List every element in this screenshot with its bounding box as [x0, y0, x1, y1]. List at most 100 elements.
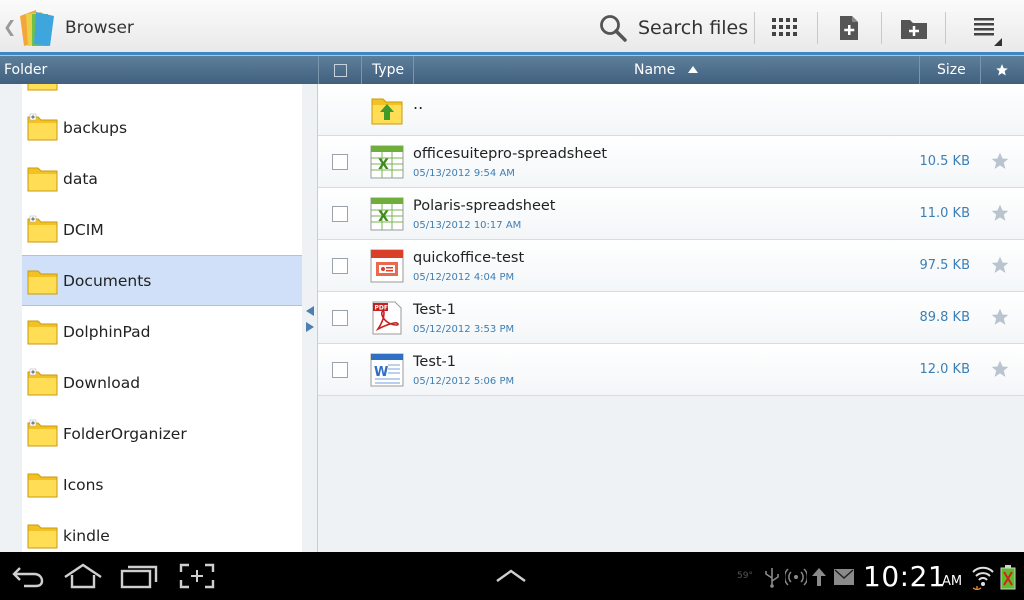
grid-view-button[interactable]: [767, 10, 803, 46]
parent-folder-row[interactable]: ..: [318, 84, 1024, 136]
menu-icon: [974, 18, 1002, 46]
grid-view-icon: [772, 18, 797, 36]
file-row[interactable]: W Test-1 05/12/2012 5:06 PM 12.0 KB: [318, 344, 1024, 396]
toolbar-divider: [754, 12, 755, 44]
file-row[interactable]: X officesuitepro-spreadsheet 05/13/2012 …: [318, 136, 1024, 188]
header-divider: [361, 56, 362, 84]
file-name: Polaris-spreadsheet: [413, 198, 556, 214]
folder-icon: [27, 473, 58, 498]
screenshot-icon: [179, 563, 215, 589]
favorite-star-icon[interactable]: [990, 255, 1010, 275]
folder-badge-icon: [27, 113, 58, 141]
svg-text:W: W: [374, 365, 388, 380]
folder-column-header: Folder: [4, 62, 48, 78]
row-checkbox[interactable]: [332, 154, 348, 170]
new-file-button[interactable]: [831, 10, 867, 46]
folder-item-partial[interactable]: [22, 84, 302, 103]
folder-list: backups data DCIM Documents DolphinPad D…: [22, 84, 302, 552]
size-column-header[interactable]: Size: [937, 56, 966, 84]
sort-ascending-icon: [688, 66, 699, 73]
favorite-column-header[interactable]: [995, 56, 1009, 84]
file-size: 11.0 KB: [919, 206, 970, 221]
file-size: 89.8 KB: [919, 310, 970, 325]
home-icon: [64, 563, 102, 589]
folder-item-icons[interactable]: Icons: [22, 459, 302, 510]
usb-icon: [765, 568, 779, 588]
app-drawer-button[interactable]: [491, 561, 531, 591]
folder-badge-icon: [27, 215, 58, 243]
weather-temperature: 59°: [737, 571, 753, 581]
favorite-star-icon[interactable]: [990, 203, 1010, 223]
toolbar-divider: [881, 12, 882, 44]
row-checkbox[interactable]: [332, 206, 348, 222]
folder-item-dolphinpad[interactable]: DolphinPad: [22, 306, 302, 357]
folder-icon: [27, 84, 58, 91]
search-files-label: Search files: [638, 17, 749, 39]
svg-text:X: X: [378, 209, 389, 225]
back-arrow-icon: [12, 567, 44, 588]
system-navigation-bar: 59° 10:21 AM: [0, 552, 1024, 600]
status-clock: 10:21: [863, 560, 947, 593]
pdf-icon: PDF: [372, 301, 402, 335]
file-row[interactable]: PDF Test-1 05/12/2012 3:53 PM 89.8 KB: [318, 292, 1024, 344]
file-name: officesuitepro-spreadsheet: [413, 146, 608, 162]
file-name: Test-1: [413, 302, 457, 318]
app-title: Browser: [65, 18, 134, 38]
folder-item-backups[interactable]: backups: [22, 102, 302, 153]
powerpoint-icon: [370, 249, 404, 283]
parent-folder-icon: [371, 98, 403, 125]
new-folder-button[interactable]: [896, 10, 932, 46]
name-column-header[interactable]: Name: [634, 56, 699, 84]
folder-panel: backups data DCIM Documents DolphinPad D…: [0, 84, 318, 552]
file-name: quickoffice-test: [413, 250, 525, 266]
recent-apps-icon: [120, 565, 158, 589]
folder-item-documents[interactable]: Documents: [22, 255, 302, 306]
recent-apps-button[interactable]: [119, 561, 159, 591]
folder-badge-icon: [27, 368, 58, 396]
select-all-checkbox[interactable]: [334, 56, 347, 84]
row-checkbox[interactable]: [332, 258, 348, 274]
folder-name: kindle: [63, 526, 110, 545]
folder-badge-icon: [27, 419, 58, 447]
folder-item-download[interactable]: Download: [22, 357, 302, 408]
file-date: 05/12/2012 5:06 PM: [413, 376, 515, 387]
file-size: 12.0 KB: [919, 362, 970, 377]
search-files-button[interactable]: Search files: [598, 10, 748, 46]
folder-item-folderorganizer[interactable]: FolderOrganizer: [22, 408, 302, 459]
file-date: 05/12/2012 3:53 PM: [413, 324, 515, 335]
svg-text:PDF: PDF: [375, 305, 388, 312]
header-divider: [413, 56, 414, 84]
upload-icon: [812, 568, 826, 586]
file-size: 97.5 KB: [919, 258, 970, 273]
back-button[interactable]: [8, 561, 48, 591]
app-logo-icon[interactable]: [14, 6, 60, 48]
favorite-star-icon[interactable]: [990, 307, 1010, 327]
folder-item-dcim[interactable]: DCIM: [22, 204, 302, 255]
row-checkbox[interactable]: [332, 310, 348, 326]
column-header-bar: Folder Type Name Size: [0, 56, 1024, 84]
folder-icon: [27, 270, 58, 295]
file-row[interactable]: X Polaris-spreadsheet 05/13/2012 10:17 A…: [318, 188, 1024, 240]
overflow-menu-button[interactable]: [966, 10, 1002, 46]
folder-name: DolphinPad: [63, 322, 151, 341]
folder-icon: [27, 167, 58, 192]
screenshot-button[interactable]: [177, 561, 217, 591]
action-bar: ❮ Browser Search files: [0, 0, 1024, 56]
excel-icon: X: [370, 145, 404, 179]
favorite-star-icon[interactable]: [990, 359, 1010, 379]
action-bar-accent-line: [0, 52, 1024, 55]
file-row[interactable]: quickoffice-test 05/12/2012 4:04 PM 97.5…: [318, 240, 1024, 292]
favorite-star-icon[interactable]: [990, 151, 1010, 171]
star-icon: [996, 64, 1008, 76]
folder-item-data[interactable]: data: [22, 153, 302, 204]
row-checkbox[interactable]: [332, 362, 348, 378]
folder-item-kindle[interactable]: kindle: [22, 510, 302, 552]
folder-icon: [27, 320, 58, 345]
wifi-icon: [972, 566, 994, 590]
type-column-header[interactable]: Type: [372, 56, 404, 84]
panel-collapse-handle-icon[interactable]: [304, 304, 316, 334]
home-button[interactable]: [63, 561, 103, 591]
folder-name: Icons: [63, 475, 104, 494]
toolbar-divider: [945, 12, 946, 44]
parent-folder-label: ..: [413, 94, 424, 113]
